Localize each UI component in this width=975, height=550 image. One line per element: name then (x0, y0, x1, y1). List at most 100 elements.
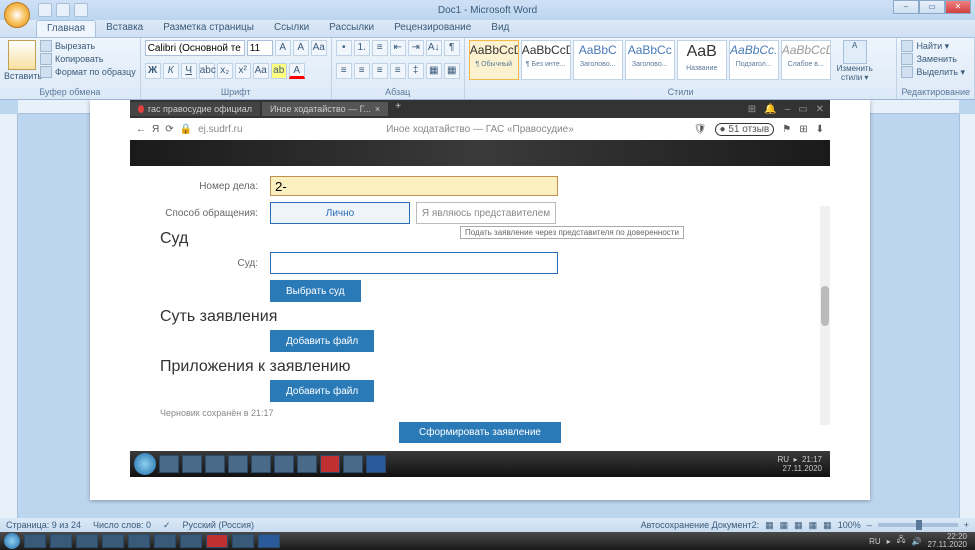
add-file-button-2[interactable]: Добавить файл (270, 380, 374, 402)
taskbar-zoom-icon-outer[interactable] (180, 534, 202, 548)
paste-button[interactable]: Вставить (4, 40, 40, 81)
align-right-button[interactable]: ≡ (372, 63, 388, 79)
style-no-spacing[interactable]: AaBbCcDc¶ Без инте... (521, 40, 571, 80)
taskbar-zoom-icon[interactable] (297, 455, 317, 473)
view-web-icon[interactable]: ▦ (794, 520, 803, 531)
browser-tab-1[interactable]: гас правосудие официал (130, 102, 260, 116)
taskbar-excel-icon[interactable] (228, 455, 248, 473)
taskbar-explorer-icon-outer[interactable] (50, 534, 72, 548)
court-input[interactable] (270, 252, 558, 274)
change-case-button[interactable]: Aa (253, 63, 269, 79)
taskbar-ie-icon[interactable] (159, 455, 179, 473)
taskbar-yandex-icon-outer[interactable] (206, 534, 228, 548)
inner-lang[interactable]: RU (777, 455, 789, 464)
address-bar[interactable]: ej.sudrf.ru (198, 124, 242, 135)
taskbar-folder-icon-outer[interactable] (128, 534, 150, 548)
browser-min-icon[interactable]: – (785, 104, 791, 115)
qat-undo-icon[interactable] (56, 3, 70, 17)
borders-button[interactable]: ▦ (444, 63, 460, 79)
zoom-slider[interactable] (878, 523, 958, 527)
font-color-button[interactable]: A (289, 63, 305, 79)
strike-button[interactable]: abc (199, 63, 215, 79)
back-button[interactable]: ← (136, 124, 146, 135)
style-normal[interactable]: AaBbCcDc¶ Обычный (469, 40, 519, 80)
taskbar-yandex2-icon[interactable] (343, 455, 363, 473)
reviews-badge[interactable]: ● 51 отзыв (715, 123, 775, 136)
status-page[interactable]: Страница: 9 из 24 (6, 520, 81, 530)
status-spell-icon[interactable]: ✓ (163, 520, 171, 531)
style-title[interactable]: AaBНазвание (677, 40, 727, 80)
clear-format-icon[interactable]: Aa (311, 40, 327, 56)
italic-button[interactable]: К (163, 63, 179, 79)
qat-save-icon[interactable] (38, 3, 52, 17)
close-button[interactable]: ✕ (945, 0, 971, 14)
shrink-font-icon[interactable]: A (293, 40, 309, 56)
find-button[interactable]: Найти ▾ (901, 40, 970, 52)
superscript-button[interactable]: x² (235, 63, 251, 79)
font-name-combo[interactable] (145, 40, 245, 56)
inner-flag-icon[interactable]: ▸ (794, 455, 798, 464)
show-marks-button[interactable]: ¶ (444, 40, 460, 56)
tab-insert[interactable]: Вставка (96, 20, 153, 37)
qat-redo-icon[interactable] (74, 3, 88, 17)
view-full-icon[interactable]: ▦ (780, 520, 789, 531)
replace-button[interactable]: Заменить (901, 53, 970, 65)
start-button[interactable] (4, 533, 20, 549)
select-button[interactable]: Выделить ▾ (901, 66, 970, 78)
taskbar-folder-icon[interactable] (251, 455, 271, 473)
tray-net-icon[interactable]: 🖧 (897, 534, 906, 548)
highlight-button[interactable]: ab (271, 63, 287, 79)
view-draft-icon[interactable]: ▦ (823, 520, 832, 531)
tab-review[interactable]: Рецензирование (384, 20, 481, 37)
page-scrollbar[interactable] (820, 206, 830, 425)
taskbar-word-icon[interactable] (366, 455, 386, 473)
style-heading2[interactable]: AaBbCcЗаголово... (625, 40, 675, 80)
underline-button[interactable]: Ч (181, 63, 197, 79)
browser-tab-2[interactable]: Иное ходатайство — Г...× (262, 102, 388, 116)
zoom-level[interactable]: 100% (838, 520, 861, 530)
tab-view[interactable]: Вид (481, 20, 519, 37)
browser-close-icon[interactable]: ✕ (816, 104, 824, 115)
style-subtle[interactable]: AaBbCcDcСлабое в... (781, 40, 831, 80)
vertical-scrollbar[interactable] (959, 114, 975, 518)
change-styles-button[interactable]: A Изменить стили ▾ (835, 40, 875, 82)
style-subtitle[interactable]: AaBbCc.Подзагол... (729, 40, 779, 80)
add-file-button-1[interactable]: Добавить файл (270, 330, 374, 352)
sort-button[interactable]: A↓ (426, 40, 442, 56)
extensions-icon[interactable]: ⊞ (799, 124, 807, 135)
taskbar-ie-icon-outer[interactable] (24, 534, 46, 548)
bullets-button[interactable]: • (336, 40, 352, 56)
align-left-button[interactable]: ≡ (336, 63, 352, 79)
taskbar-yandex-icon[interactable] (320, 455, 340, 473)
tab-mailings[interactable]: Рассылки (319, 20, 384, 37)
status-words[interactable]: Число слов: 0 (93, 520, 151, 530)
browser-notif-icon[interactable]: 🔔 (764, 104, 776, 115)
style-gallery[interactable]: AaBbCcDc¶ Обычный AaBbCcDc¶ Без инте... … (469, 40, 831, 82)
submit-button[interactable]: Сформировать заявление (399, 422, 561, 443)
subscript-button[interactable]: x₂ (217, 63, 233, 79)
copy-button[interactable]: Копировать (40, 53, 136, 65)
style-heading1[interactable]: AaBbCЗаголово... (573, 40, 623, 80)
shield-icon[interactable]: 🛡 (694, 124, 707, 135)
taskbar-excel-icon-outer[interactable] (102, 534, 124, 548)
view-outline-icon[interactable]: ▦ (809, 520, 818, 531)
download-icon[interactable]: ⬇ (816, 124, 824, 135)
tab-references[interactable]: Ссылки (264, 20, 319, 37)
new-tab-button[interactable]: + (390, 101, 406, 117)
numbering-button[interactable]: 1. (354, 40, 370, 56)
zoom-out-button[interactable]: – (867, 520, 872, 530)
status-lang[interactable]: Русский (Россия) (183, 520, 254, 530)
option-representative[interactable]: Я являюсь представителем (416, 202, 556, 224)
grow-font-icon[interactable]: A (275, 40, 291, 56)
taskbar-yandex2-icon-outer[interactable] (232, 534, 254, 548)
option-personal[interactable]: Лично (270, 202, 410, 224)
tab-home[interactable]: Главная (36, 20, 96, 37)
format-painter-button[interactable]: Формат по образцу (40, 66, 136, 78)
taskbar-app-icon[interactable] (274, 455, 294, 473)
taskbar-media-icon[interactable] (205, 455, 225, 473)
tab-page-layout[interactable]: Разметка страницы (153, 20, 264, 37)
tray-lang[interactable]: RU (869, 537, 881, 546)
tray-sound-icon[interactable]: 🔊 (912, 537, 922, 546)
close-tab-icon[interactable]: × (375, 104, 380, 114)
view-print-icon[interactable]: ▦ (765, 520, 774, 531)
